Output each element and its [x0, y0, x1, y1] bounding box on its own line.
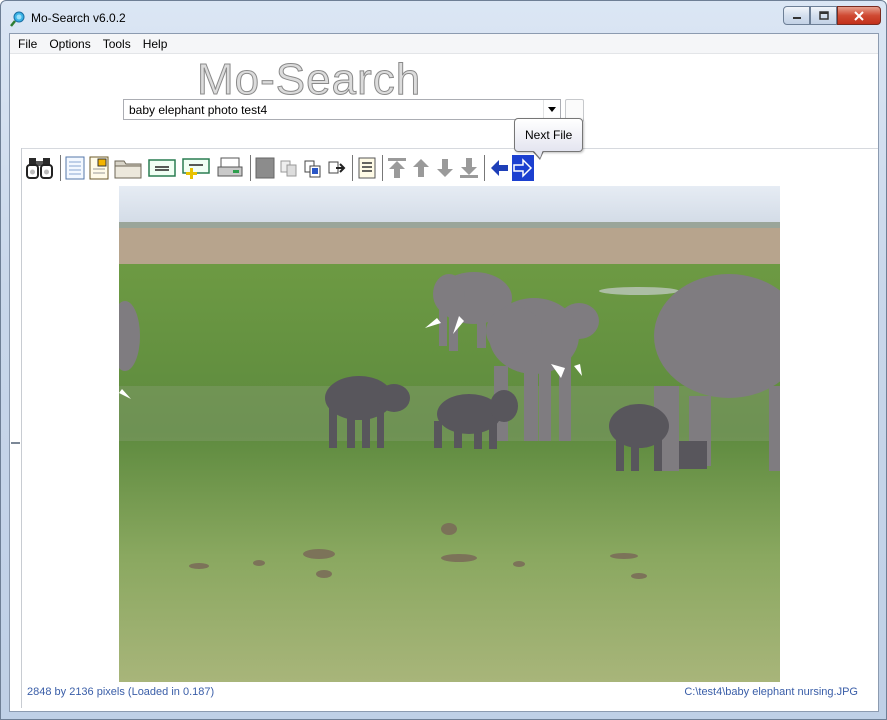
up-button[interactable] — [410, 155, 432, 181]
close-button[interactable] — [837, 6, 881, 25]
splitter-grip[interactable] — [11, 442, 20, 444]
previous-file-button[interactable] — [488, 155, 510, 181]
first-icon — [388, 158, 406, 178]
next-file-button[interactable] — [512, 155, 534, 181]
folder-icon — [114, 160, 142, 179]
add-tag-icon — [182, 158, 210, 179]
last-icon — [460, 158, 478, 178]
down-icon — [437, 159, 453, 177]
move-icon — [328, 161, 346, 174]
app-icon — [10, 11, 25, 27]
move-button[interactable] — [326, 155, 348, 181]
file-path-status: C:\test4\baby elephant nursing.JPG — [684, 686, 858, 698]
notes-button[interactable] — [356, 155, 378, 181]
open-image-button[interactable] — [88, 155, 110, 181]
title-bar[interactable]: Mo-Search v6.0.2 — [1, 1, 886, 33]
copy-button[interactable] — [278, 155, 300, 181]
copy-icon — [280, 160, 297, 177]
image-info-status: 2848 by 2136 pixels (Loaded in 0.187) — [27, 686, 215, 698]
window-title: Mo-Search v6.0.2 — [31, 11, 126, 25]
paste-icon — [304, 160, 321, 178]
search-input[interactable] — [124, 100, 542, 119]
up-icon — [413, 159, 429, 177]
tooltip-tail-inner — [533, 150, 543, 158]
rename-button[interactable] — [146, 155, 178, 181]
app-window: Mo-Search v6.0.2 File Options Tools Help… — [0, 0, 887, 720]
scanner-icon — [217, 157, 243, 177]
menu-bar: File Options Tools Help — [10, 34, 878, 54]
binoculars-icon — [26, 158, 53, 179]
toolbar-separator — [352, 155, 354, 181]
notes-icon — [358, 157, 376, 179]
photo-image — [119, 186, 780, 682]
scan-button[interactable] — [214, 155, 246, 181]
first-button[interactable] — [386, 155, 408, 181]
close-icon — [854, 10, 864, 21]
left-panel-edge[interactable] — [10, 148, 22, 708]
caption-buttons — [783, 6, 881, 26]
menu-options[interactable]: Options — [43, 34, 96, 54]
next-file-tooltip: Next File — [514, 118, 584, 152]
rename-icon — [148, 159, 176, 177]
minimize-button[interactable] — [783, 6, 810, 25]
black-box-button[interactable] — [254, 155, 276, 181]
last-button[interactable] — [458, 155, 480, 181]
document-image-icon — [89, 156, 109, 180]
chevron-down-icon — [548, 107, 556, 112]
paste-button[interactable] — [302, 155, 324, 181]
client-area: File Options Tools Help Mo-Search baby e… — [9, 33, 879, 712]
find-button[interactable] — [24, 155, 56, 181]
search-dropdown-button[interactable] — [543, 100, 560, 119]
maximize-icon — [818, 10, 829, 20]
toolbar-separator — [382, 155, 384, 181]
menu-file[interactable]: File — [12, 34, 43, 54]
toolbar-separator — [60, 155, 62, 181]
app-logo: Mo-Search — [196, 55, 422, 104]
next-file-icon — [513, 158, 533, 178]
minimize-icon — [792, 16, 801, 19]
toolbar — [24, 153, 536, 183]
maximize-button[interactable] — [810, 6, 837, 25]
toolbar-separator — [484, 155, 486, 181]
menu-help[interactable]: Help — [137, 34, 174, 54]
document-icon — [65, 156, 85, 180]
add-tag-button[interactable] — [180, 155, 212, 181]
image-preview[interactable] — [119, 186, 780, 682]
menu-tools[interactable]: Tools — [97, 34, 137, 54]
toolbar-separator — [250, 155, 252, 181]
open-folder-button[interactable] — [112, 155, 144, 181]
black-square-icon — [255, 157, 275, 179]
down-button[interactable] — [434, 155, 456, 181]
previous-file-icon — [491, 160, 508, 176]
search-combo[interactable] — [123, 99, 561, 120]
open-document-button[interactable] — [64, 155, 86, 181]
header-divider — [10, 148, 878, 149]
